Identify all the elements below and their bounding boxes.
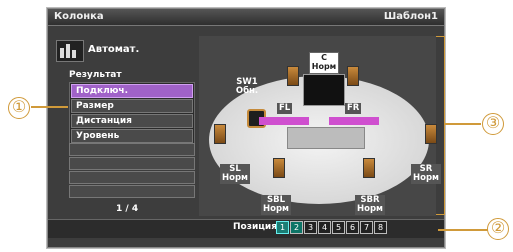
- menu-empty-row: [69, 143, 195, 156]
- sbl-label[interactable]: SBL Норм: [261, 195, 291, 215]
- speaker-icon: [347, 66, 359, 86]
- menu-empty-row: [69, 171, 195, 184]
- menu-item-connection[interactable]: Подключ.: [71, 84, 193, 98]
- menu-empty-row: [69, 185, 195, 198]
- speaker-icon: [363, 158, 375, 178]
- callout-1: ①: [8, 97, 30, 119]
- position-label: Позиция: [233, 222, 278, 232]
- receiver-screen: Колонка Шаблон1 Автомат. Результат Подкл…: [47, 8, 445, 248]
- position-button-5[interactable]: 5: [332, 221, 345, 234]
- preset-label: Шаблон1: [383, 11, 438, 22]
- fr-label[interactable]: FR: [345, 103, 362, 114]
- sbr-label[interactable]: SBR Норм: [355, 195, 385, 215]
- auto-setup-icon: [56, 40, 84, 62]
- position-button-7[interactable]: 7: [360, 221, 373, 234]
- position-button-8[interactable]: 8: [374, 221, 387, 234]
- callout-line: [445, 123, 481, 125]
- menu-empty-row: [69, 157, 195, 170]
- callout-bracket: [436, 36, 445, 215]
- position-button-4[interactable]: 4: [318, 221, 331, 234]
- speaker-icon: [214, 124, 226, 144]
- callout-line: [438, 229, 488, 231]
- screen-title: Колонка: [54, 11, 104, 22]
- page-indicator: 1 / 4: [116, 204, 139, 214]
- speaker-icon: [273, 158, 285, 178]
- callout-line: [31, 106, 68, 108]
- result-label: Результат: [69, 70, 122, 80]
- menu-item-level[interactable]: Уровень: [71, 129, 193, 143]
- menu-item-size[interactable]: Размер: [71, 99, 193, 113]
- speaker-icon: [287, 66, 299, 86]
- sofa-icon: [287, 127, 365, 149]
- callout-3: ③: [482, 113, 504, 135]
- sl-label[interactable]: SL Норм: [220, 164, 250, 184]
- position-button-2[interactable]: 2: [290, 221, 303, 234]
- position-button-1[interactable]: 1: [276, 221, 289, 234]
- result-menu: Подключ. Размер Дистанция Уровень: [69, 82, 195, 145]
- tv-icon: [303, 74, 345, 106]
- center-speaker[interactable]: C Норм: [309, 52, 339, 74]
- position-button-3[interactable]: 3: [304, 221, 317, 234]
- callout-2: ②: [487, 218, 509, 240]
- fl-label[interactable]: FL: [277, 103, 293, 114]
- sub-label[interactable]: SW1 Обн.: [233, 78, 261, 96]
- auto-label: Автомат.: [88, 44, 140, 55]
- fl-bar: [259, 117, 309, 125]
- position-button-6[interactable]: 6: [346, 221, 359, 234]
- header-bar: Колонка Шаблон1: [48, 9, 444, 26]
- menu-item-distance[interactable]: Дистанция: [71, 114, 193, 128]
- speaker-layout: C Норм SW1 Обн. FL FR SL Норм SR Норм SBL Нор…: [199, 36, 441, 216]
- fr-bar: [329, 117, 379, 125]
